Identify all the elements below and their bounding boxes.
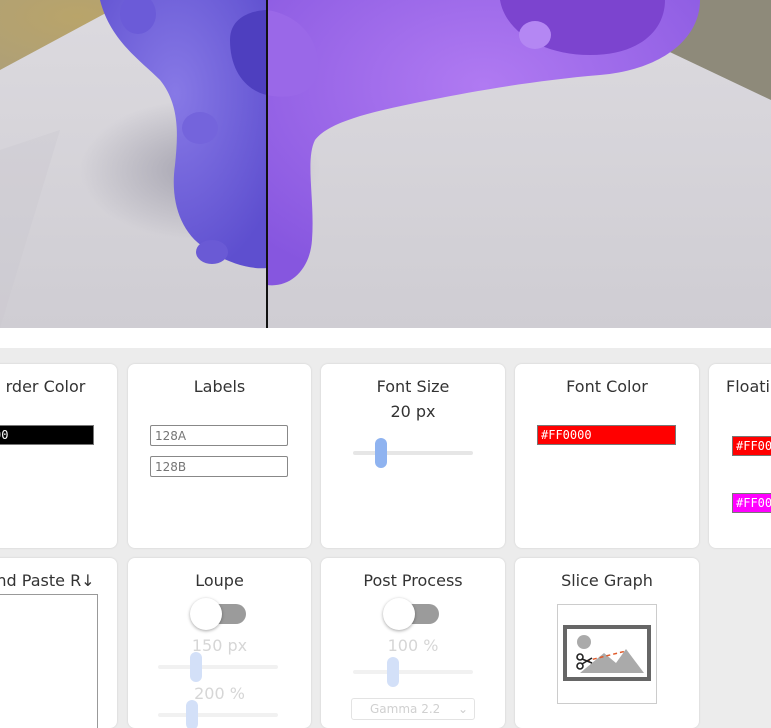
slider-thumb[interactable] (190, 652, 202, 682)
paste-title: nd Paste R↓ (0, 571, 95, 590)
loupe-toggle[interactable] (190, 598, 248, 630)
border-color-swatch[interactable]: 00 (0, 425, 94, 445)
3d-viewport[interactable] (0, 0, 771, 328)
font-size-title: Font Size (376, 377, 450, 396)
slider-track (353, 451, 473, 455)
font-color-title: Font Color (566, 377, 648, 396)
slice-graph-panel: Slice Graph (515, 558, 699, 728)
labels-title: Labels (193, 377, 246, 396)
slider-thumb[interactable] (375, 438, 387, 468)
post-process-toggle[interactable] (383, 598, 441, 630)
slider-thumb[interactable] (387, 657, 399, 687)
post-process-slider[interactable] (353, 657, 473, 687)
viewport-divider (0, 328, 771, 348)
floating-title: Floatin (726, 377, 771, 396)
label-a-input[interactable] (150, 425, 288, 446)
paste-drop-area[interactable] (0, 594, 98, 728)
slider-thumb[interactable] (186, 700, 198, 728)
chevron-down-icon: ⌄ (457, 702, 468, 716)
loupe-size-slider[interactable] (158, 652, 278, 682)
loupe-panel: Loupe 150 px 200 % (128, 558, 311, 728)
font-size-value: 20 px (390, 402, 436, 421)
slider-track (158, 665, 278, 669)
font-color-swatch[interactable]: #FF0000 (537, 425, 676, 445)
border-color-title: rder Color (5, 377, 86, 396)
gamma-select-value: Gamma 2.2 (370, 702, 441, 716)
floating-color-a[interactable]: #FF00 (732, 436, 771, 456)
font-size-panel: Font Size 20 px (321, 364, 505, 548)
toggle-knob (190, 598, 222, 630)
post-process-value: 100 % (387, 636, 439, 655)
paste-panel: nd Paste R↓ (0, 558, 117, 728)
gamma-select[interactable]: Gamma 2.2 ⌄ (351, 698, 475, 720)
font-color-panel: Font Color #FF0000 (515, 364, 699, 548)
loupe-title: Loupe (195, 571, 244, 590)
border-color-panel: rder Color 00 (0, 364, 117, 548)
slice-graph-button[interactable] (557, 604, 657, 704)
labels-panel: Labels (128, 364, 311, 548)
floating-color-b[interactable]: #FF00 (732, 493, 771, 513)
loupe-zoom-slider[interactable] (158, 700, 278, 728)
slice-graph-title: Slice Graph (561, 571, 653, 590)
slice-graph-icon (563, 625, 651, 681)
font-size-slider[interactable] (353, 438, 473, 468)
label-b-input[interactable] (150, 456, 288, 477)
floating-panel: Floatin #FF00 #FF00 (709, 364, 771, 548)
toggle-knob (383, 598, 415, 630)
compare-split-handle[interactable] (266, 0, 268, 328)
post-process-title: Post Process (363, 571, 463, 590)
scene-render (0, 0, 771, 328)
post-process-panel: Post Process 100 % Gamma 2.2 ⌄ (321, 558, 505, 728)
slider-track (353, 670, 473, 674)
slider-track (158, 713, 278, 717)
